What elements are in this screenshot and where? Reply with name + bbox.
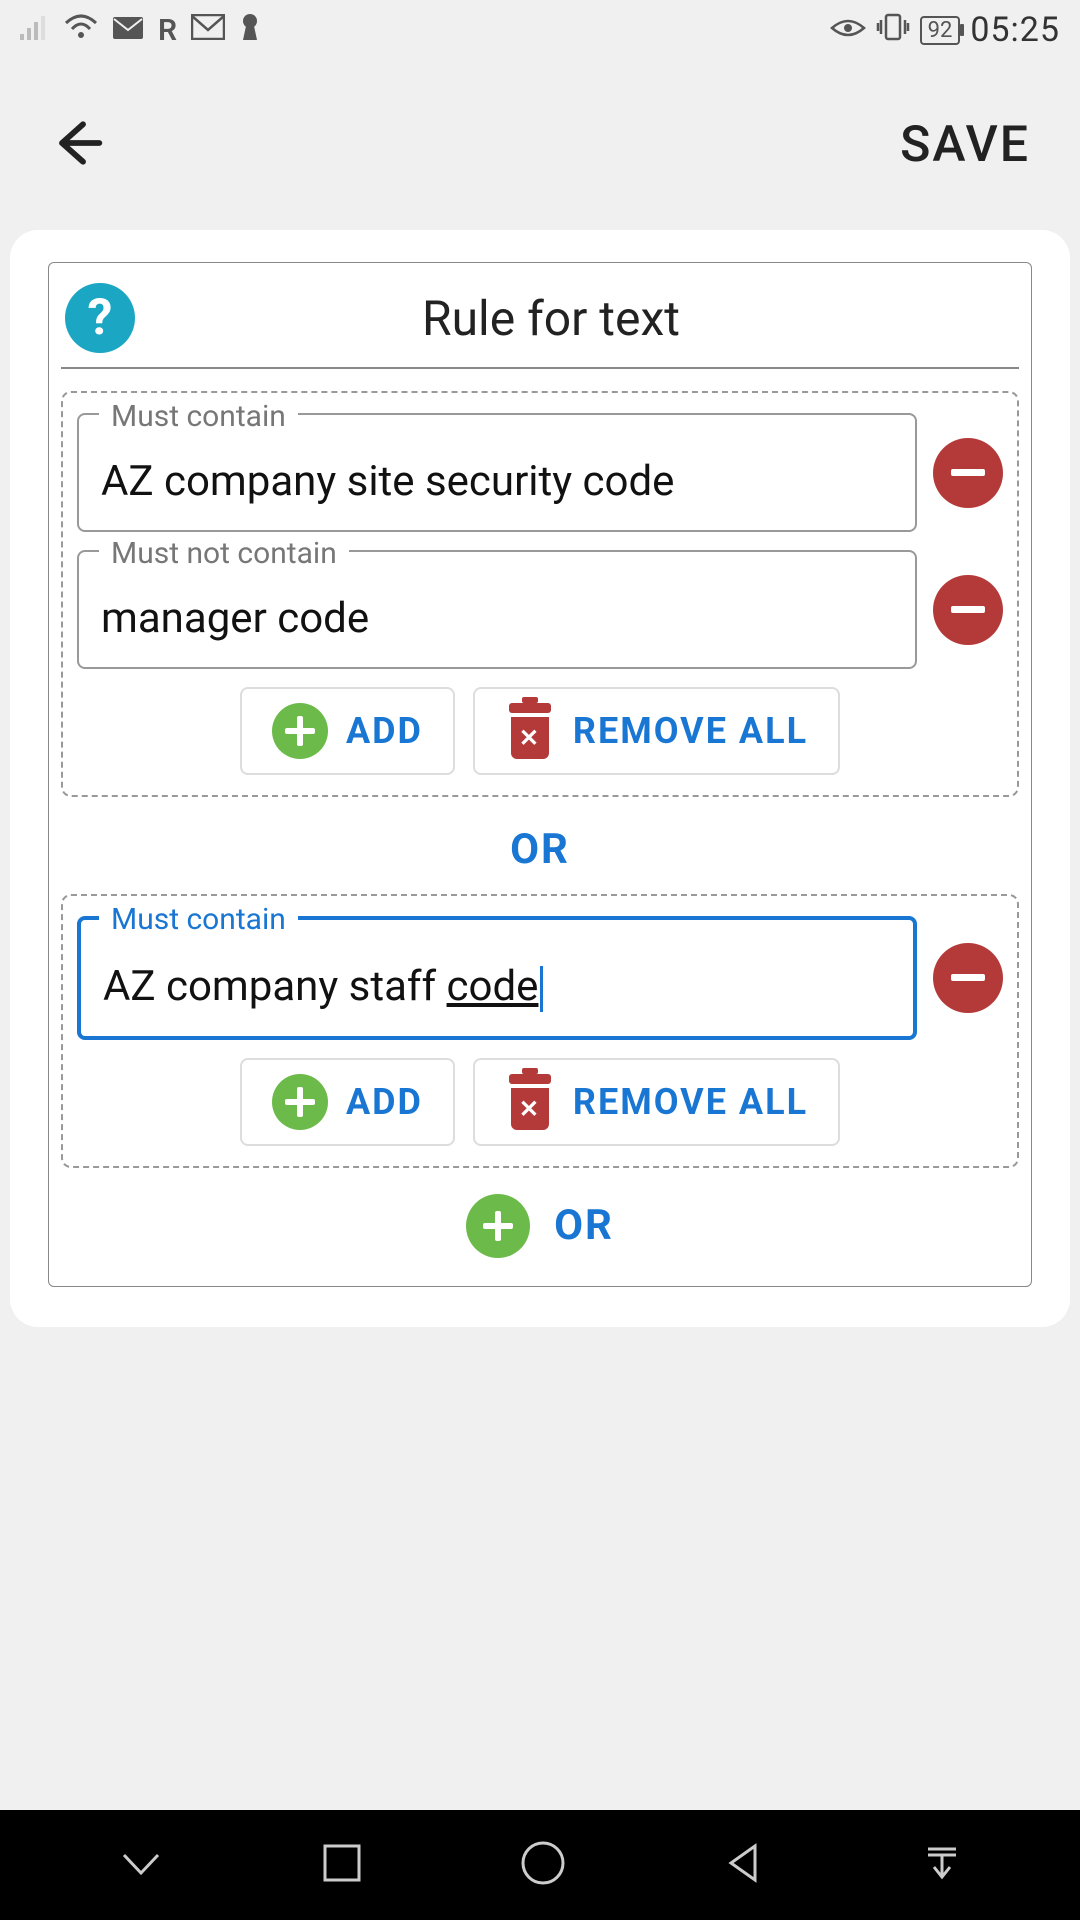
status-bar: R 92 05:25: [0, 0, 1080, 60]
nav-back-button[interactable]: [721, 1840, 767, 1890]
home-button[interactable]: [518, 1838, 568, 1892]
gmail-icon: [191, 14, 225, 47]
remove-all-button[interactable]: ✕ REMOVE ALL: [473, 687, 840, 775]
battery-indicator: 92: [920, 16, 961, 45]
rule-group: Must contain AZ company site security co…: [61, 391, 1019, 797]
app-bar: SAVE: [0, 60, 1080, 230]
add-button-label: ADD: [346, 1081, 423, 1123]
vibrate-icon: [876, 12, 910, 49]
remove-all-label: REMOVE ALL: [573, 1081, 808, 1123]
card: ? Rule for text Must contain AZ company …: [10, 230, 1070, 1327]
plus-icon: [466, 1194, 530, 1258]
eye-icon: [830, 14, 866, 47]
remove-all-label: REMOVE ALL: [573, 710, 808, 752]
add-condition-button[interactable]: ADD: [240, 1058, 455, 1146]
download-icon[interactable]: [920, 1841, 964, 1889]
field-label: Must contain: [99, 399, 298, 434]
wifi-icon: [64, 13, 98, 48]
recent-apps-button[interactable]: [319, 1840, 365, 1890]
save-button[interactable]: SAVE: [900, 116, 1030, 174]
add-condition-button[interactable]: ADD: [240, 687, 455, 775]
rule-panel: ? Rule for text Must contain AZ company …: [48, 262, 1032, 1287]
trash-icon: ✕: [505, 1074, 555, 1130]
panel-header: ? Rule for text: [61, 277, 1019, 369]
chevron-down-icon[interactable]: [116, 1843, 166, 1887]
remove-condition-button[interactable]: [933, 943, 1003, 1013]
plus-icon: [272, 1074, 328, 1130]
system-nav-bar: [0, 1810, 1080, 1920]
remove-condition-button[interactable]: [933, 575, 1003, 645]
field-label: Must not contain: [99, 536, 349, 571]
remove-all-button[interactable]: ✕ REMOVE ALL: [473, 1058, 840, 1146]
roaming-indicator: R: [158, 13, 177, 48]
plus-icon: [272, 703, 328, 759]
remove-condition-button[interactable]: [933, 438, 1003, 508]
trash-icon: ✕: [505, 703, 555, 759]
or-divider: OR: [61, 809, 1019, 894]
mail-icon: [112, 14, 144, 47]
keyhole-icon: [239, 12, 261, 49]
signal-icon: [20, 14, 50, 47]
clock: 05:25: [970, 10, 1060, 50]
panel-title: Rule for text: [157, 290, 1015, 347]
field-label: Must contain: [99, 902, 298, 937]
or-button-label: OR: [554, 1201, 614, 1250]
back-button[interactable]: [48, 115, 104, 175]
help-icon[interactable]: ?: [65, 283, 135, 353]
add-button-label: ADD: [346, 710, 423, 752]
rule-group: Must contain AZ company staff code ADD ✕…: [61, 894, 1019, 1168]
add-or-group[interactable]: OR: [61, 1194, 1019, 1258]
